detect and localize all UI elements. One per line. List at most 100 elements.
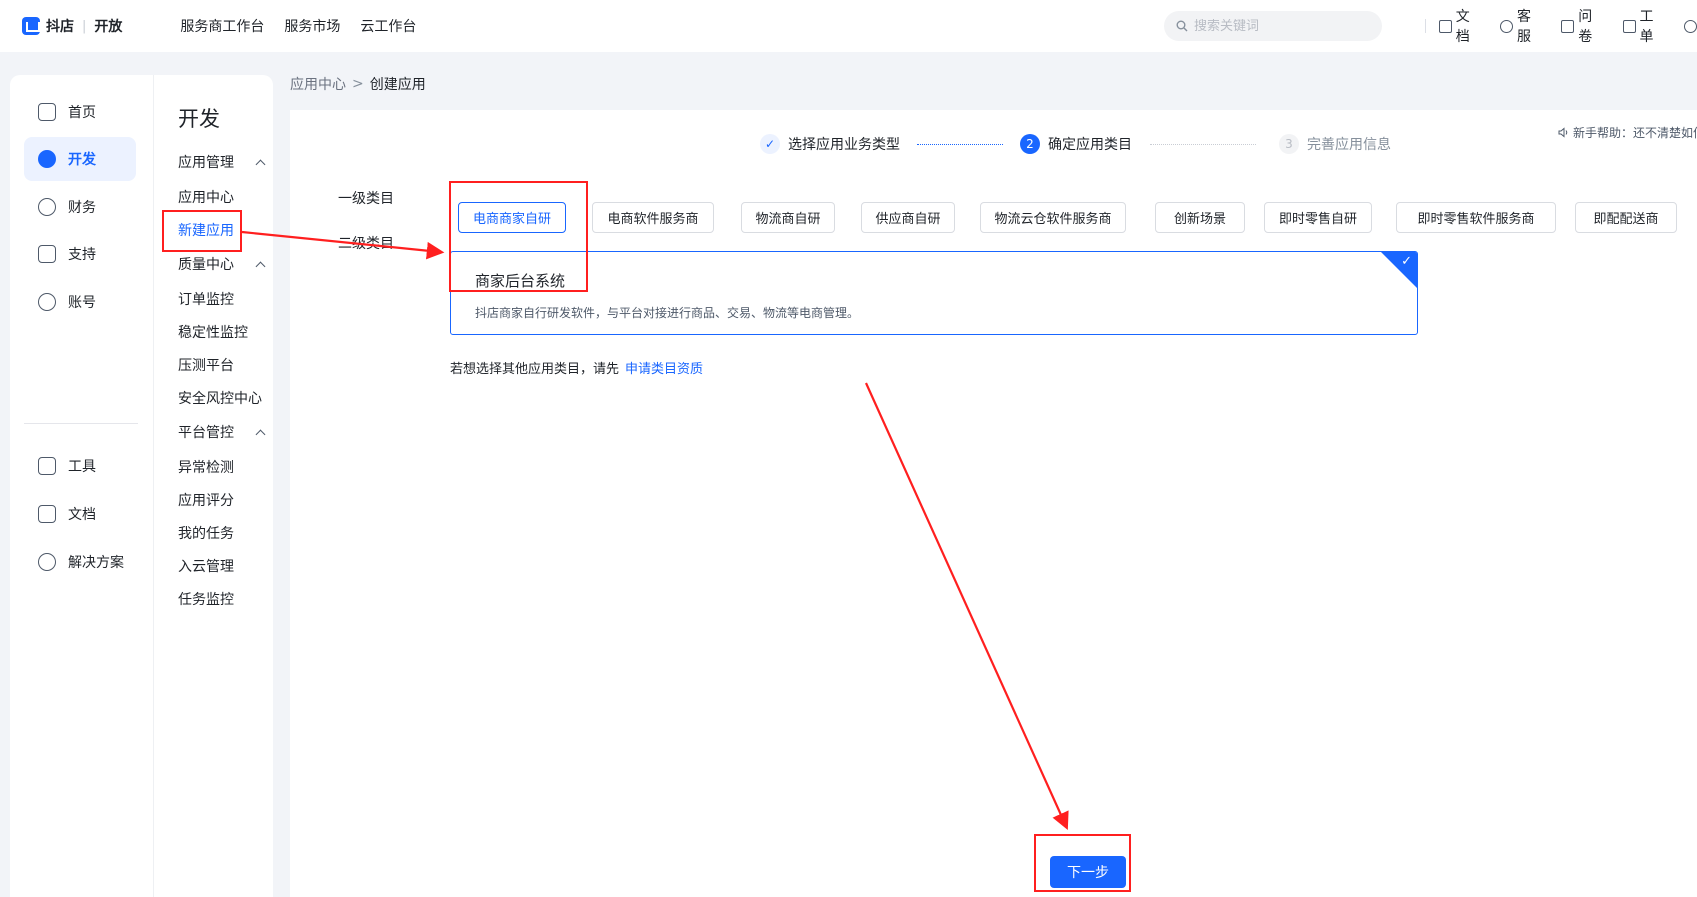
step-number: 2 [1020, 134, 1040, 154]
step-connector [1150, 144, 1256, 145]
breadcrumb-app-center[interactable]: 应用中心 [290, 74, 346, 94]
category-hint: 若想选择其他应用类目，请先 申请类目资质 [450, 358, 703, 377]
logo-brand: 抖店 [46, 19, 74, 35]
step-number: 3 [1279, 134, 1299, 154]
card-description: 抖店商家自行研发软件，与平台对接进行商品、交易、物流等电商管理。 [475, 306, 860, 320]
step-label: 确定应用类目 [1048, 137, 1132, 153]
ticket-icon [1622, 19, 1636, 33]
step-label: 完善应用信息 [1307, 137, 1391, 153]
category-ecom-software-provider[interactable]: 电商软件服务商 [592, 202, 714, 233]
search-box[interactable] [1164, 11, 1382, 41]
logo[interactable]: 抖店 | 开放 [22, 0, 122, 52]
chevron-up-icon [255, 429, 266, 439]
sidebar-item-label: 解决方案 [68, 555, 124, 571]
step-label: 选择应用业务类型 [788, 137, 900, 153]
topnav-service-market[interactable]: 服务市场 [284, 16, 340, 36]
sidebar-item-label: 首页 [68, 105, 96, 121]
step-3: 3 完善应用信息 [1279, 134, 1391, 154]
sidebar-item-label: 财务 [68, 200, 96, 216]
sidebar-item-docs[interactable]: 文档 [24, 492, 136, 536]
level2-option-card[interactable]: 商家后台系统 抖店商家自行研发软件，与平台对接进行商品、交易、物流等电商管理。 … [450, 251, 1418, 335]
step-done-check-icon: ✓ [760, 134, 780, 154]
submenu-group-platform-control[interactable]: 平台管控 [178, 422, 266, 442]
submenu-item-app-rating[interactable]: 应用评分 [178, 490, 234, 510]
submenu-item-stress-test[interactable]: 压测平台 [178, 355, 234, 375]
step-connector [917, 144, 1003, 145]
search-icon [1176, 20, 1188, 32]
card-title: 商家后台系统 [475, 272, 566, 290]
submenu-item-security-risk[interactable]: 安全风控中心 [178, 388, 262, 408]
submenu-item-anomaly-detection[interactable]: 异常检测 [178, 457, 234, 477]
submenu-group-label: 应用管理 [178, 155, 234, 171]
document-icon [38, 505, 56, 523]
sidebar-item-support[interactable]: 支持 [24, 232, 136, 276]
level2-label: 二级类目 [338, 236, 394, 252]
category-logistics-cloud-warehouse[interactable]: 物流云仓软件服务商 [980, 202, 1126, 233]
top-divider [1425, 19, 1426, 33]
category-ecom-merchant-selfdev[interactable]: 电商商家自研 [458, 202, 566, 233]
main-panel: ✓ 选择应用业务类型 2 确定应用类目 3 完善应用信息 新手帮助：还不清楚如何… [290, 110, 1697, 897]
next-step-button[interactable]: 下一步 [1050, 856, 1126, 888]
sidebar-divider [24, 423, 138, 424]
notification-bell[interactable] [1683, 19, 1697, 33]
breadcrumb: 应用中心 > 创建应用 [290, 74, 426, 94]
submenu-item-order-monitor[interactable]: 订单监控 [178, 289, 234, 309]
sidebar-item-develop[interactable]: 开发 [24, 137, 136, 181]
yen-shield-icon [38, 198, 56, 216]
megaphone-icon [1561, 19, 1575, 33]
home-icon [38, 103, 56, 121]
help-tip-text: 新手帮助：还不清楚如何 [1573, 126, 1697, 140]
link-survey-label: 问卷 [1578, 9, 1593, 45]
submenu-group-label: 质量中心 [178, 257, 234, 273]
category-supplier-selfdev[interactable]: 供应商自研 [861, 202, 955, 233]
category-instant-retail-software[interactable]: 即时零售软件服务商 [1396, 202, 1556, 233]
category-logistics-selfdev[interactable]: 物流商自研 [741, 202, 835, 233]
submenu: 开发 应用管理 应用中心 新建应用 质量中心 订单监控 稳定性监控 压测平台 安… [153, 75, 273, 897]
chevron-up-icon [255, 261, 266, 271]
category-innovation-scenario[interactable]: 创新场景 [1155, 202, 1245, 233]
sidebar-item-solutions[interactable]: 解决方案 [24, 540, 136, 584]
submenu-group-quality-center[interactable]: 质量中心 [178, 254, 266, 274]
submenu-item-stability-monitor[interactable]: 稳定性监控 [178, 322, 248, 342]
smile-icon [1500, 19, 1514, 33]
topnav-cloud-workbench[interactable]: 云工作台 [360, 16, 416, 36]
link-docs-label: 文档 [1455, 9, 1470, 45]
sidebar-item-finance[interactable]: 财务 [24, 185, 136, 229]
step-2: 2 确定应用类目 [1020, 134, 1132, 154]
breadcrumb-current: 创建应用 [369, 77, 426, 93]
chevron-up-icon [255, 159, 266, 169]
link-ticket[interactable]: 工单 [1622, 6, 1667, 46]
toolbox-icon [38, 457, 56, 475]
bulb-icon [38, 553, 56, 571]
link-survey[interactable]: 问卷 [1561, 6, 1605, 46]
logo-divider: | [82, 18, 87, 34]
submenu-group-app-management[interactable]: 应用管理 [178, 152, 266, 172]
submenu-item-app-center[interactable]: 应用中心 [178, 187, 234, 207]
submenu-item-task-monitor[interactable]: 任务监控 [178, 589, 234, 609]
submenu-item-cloud-onboarding[interactable]: 入云管理 [178, 556, 234, 576]
category-instant-delivery[interactable]: 即配配送商 [1575, 202, 1677, 233]
search-input[interactable] [1194, 18, 1374, 34]
bell-icon [1683, 19, 1697, 33]
user-icon [38, 293, 56, 311]
sidebar-item-tools[interactable]: 工具 [24, 444, 136, 488]
submenu-item-new-app[interactable]: 新建应用 [178, 220, 234, 240]
info-icon [38, 245, 56, 263]
sidebar-item-label: 账号 [68, 295, 96, 311]
link-docs[interactable]: 文档 [1438, 6, 1483, 46]
apply-qualification-link[interactable]: 申请类目资质 [625, 362, 703, 377]
sidebar-item-label: 开发 [68, 152, 96, 168]
sidebar-item-label: 支持 [68, 247, 96, 263]
logo-icon [22, 17, 40, 35]
submenu-title: 开发 [178, 107, 220, 131]
category-instant-retail-selfdev[interactable]: 即时零售自研 [1264, 202, 1372, 233]
link-support[interactable]: 客服 [1500, 6, 1544, 46]
topnav-provider-workbench[interactable]: 服务商工作台 [180, 16, 264, 36]
top-nav: 服务商工作台 服务市场 云工作台 [180, 16, 416, 36]
submenu-item-my-tasks[interactable]: 我的任务 [178, 523, 234, 543]
speaker-icon [1558, 127, 1568, 138]
sidebar-item-label: 工具 [68, 459, 96, 475]
sidebar-item-account[interactable]: 账号 [24, 280, 136, 324]
sidebar-item-home[interactable]: 首页 [24, 90, 136, 134]
help-tip[interactable]: 新手帮助：还不清楚如何 [1558, 124, 1697, 141]
